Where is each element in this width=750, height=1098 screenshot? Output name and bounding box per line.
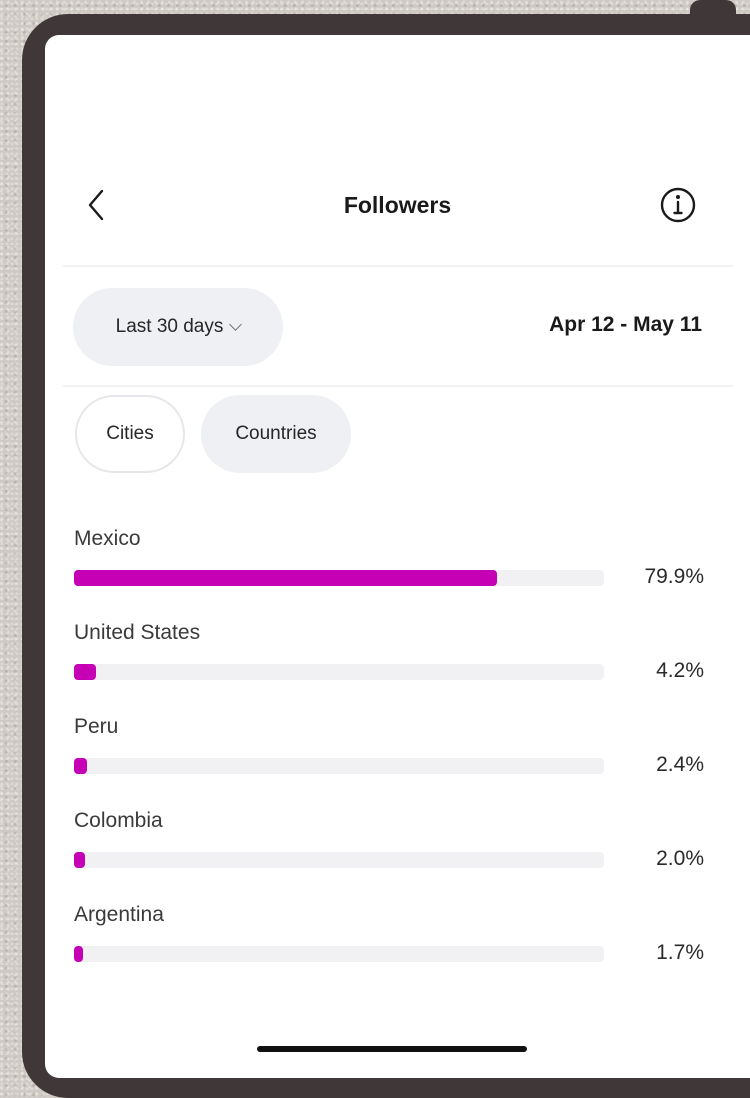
country-label: Colombia — [74, 809, 163, 832]
home-indicator — [257, 1046, 527, 1052]
chart-row: Colombia 2.0% — [45, 803, 750, 897]
bar-track — [74, 664, 604, 680]
page-title: Followers — [343, 192, 452, 218]
country-label: Mexico — [74, 527, 141, 550]
device-side-button — [690, 0, 736, 26]
bar — [74, 852, 85, 868]
chart-row: Argentina 1.7% — [45, 897, 750, 991]
percentage-label: 4.2% — [656, 659, 704, 682]
bar-track — [74, 570, 604, 586]
date-range-dropdown-label: Last 30 days — [115, 316, 224, 337]
bar — [74, 946, 83, 962]
bar-track — [74, 852, 604, 868]
percentage-label: 79.9% — [644, 565, 704, 588]
bar — [74, 758, 87, 774]
tab-countries[interactable]: Countries — [201, 395, 351, 473]
chart-row: Mexico 79.9% — [45, 521, 750, 615]
followers-by-country-chart: Mexico 79.9% United States 4.2% Peru 2.4% Colo… — [45, 521, 750, 991]
chart-row: Peru 2.4% — [45, 709, 750, 803]
header-divider — [63, 265, 733, 267]
country-label: Argentina — [74, 903, 164, 926]
country-label: United States — [74, 621, 201, 644]
percentage-label: 2.0% — [656, 847, 704, 870]
chart-row: United States 4.2% — [45, 615, 750, 709]
date-range-dropdown[interactable]: Last 30 days — [73, 288, 283, 366]
info-button[interactable] — [658, 185, 698, 225]
date-range-text: Apr 12 - May 11 — [549, 313, 702, 336]
percentage-label: 2.4% — [656, 753, 704, 776]
bar — [74, 664, 96, 680]
bar — [74, 570, 497, 586]
bar-track — [74, 946, 604, 962]
percentage-label: 1.7% — [656, 941, 704, 964]
chevron-down-icon — [229, 317, 243, 331]
phone-screen: Followers Last 30 days Apr 12 - May 11 C… — [45, 35, 750, 1078]
top-bar: Followers — [45, 185, 750, 247]
filter-divider — [63, 385, 733, 387]
tab-cities[interactable]: Cities — [75, 395, 185, 473]
country-label: Peru — [74, 715, 119, 738]
info-icon — [660, 187, 696, 223]
bar-track — [74, 758, 604, 774]
